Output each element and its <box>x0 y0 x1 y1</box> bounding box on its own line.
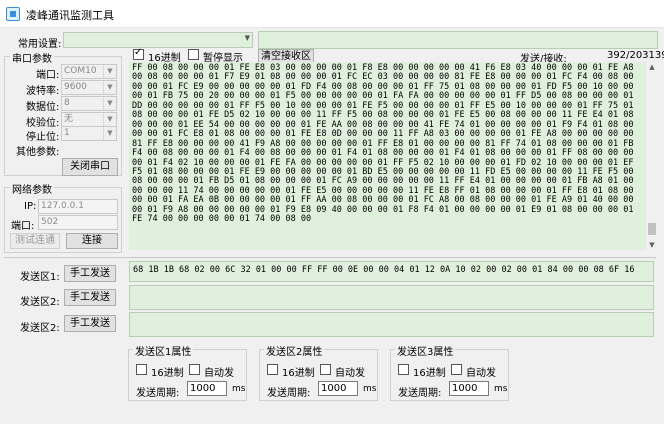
pause-display-checkbox[interactable] <box>188 49 199 60</box>
baud-value: 9600 <box>64 82 87 92</box>
databits-label: 数据位: <box>26 102 60 113</box>
stopbits-label: 停止位: <box>26 132 60 143</box>
common-settings-label: 常用设置: <box>18 39 62 50</box>
net-port-label: 端口: <box>11 221 35 232</box>
send2-hex-label: 16进制 <box>282 368 315 379</box>
send2-area[interactable] <box>129 285 654 310</box>
ip-value: 127.0.0.1 <box>41 201 84 211</box>
receive-scrollbar[interactable]: ▲ ▼ <box>646 62 658 250</box>
receive-hex-checkbox[interactable] <box>133 47 144 60</box>
send1-hex-checkbox[interactable] <box>136 364 147 375</box>
send2-props-title: 发送区2属性 <box>264 343 325 358</box>
send3-period-unit: ms <box>494 384 508 394</box>
send3-period-label: 发送周期: <box>398 388 442 399</box>
connect-button[interactable]: 连接 <box>66 233 118 249</box>
top-right-input[interactable] <box>258 31 658 49</box>
common-settings-combo[interactable]: ▼ <box>63 32 253 48</box>
send3-period-input[interactable]: 1000 <box>449 381 489 396</box>
chevron-down-icon: ▼ <box>103 65 116 78</box>
ip-input[interactable]: 127.0.0.1 <box>38 199 118 214</box>
scroll-down-icon[interactable]: ▼ <box>646 240 658 250</box>
send3-button[interactable]: 手工发送 <box>64 315 116 332</box>
send2-period-input[interactable]: 1000 <box>318 381 358 396</box>
scroll-thumb[interactable] <box>648 223 656 236</box>
send2-auto-label: 自动发 <box>335 368 365 379</box>
baud-combo[interactable]: 9600 ▼ <box>61 80 117 95</box>
send3-hex-checkbox[interactable] <box>398 364 409 375</box>
send1-label: 发送区1: <box>20 272 60 283</box>
net-port-input[interactable]: 502 <box>38 215 118 230</box>
databits-combo[interactable]: 8 ▼ <box>61 96 117 111</box>
app-icon <box>6 7 20 21</box>
send-receive-count: 392/203139 <box>607 50 664 61</box>
chevron-down-icon: ▼ <box>103 97 116 110</box>
send1-auto-label: 自动发 <box>204 368 234 379</box>
send1-hex-label: 16进制 <box>151 368 184 379</box>
send1-area[interactable]: 68 1B 1B 68 02 00 6C 32 01 00 00 FF FF 0… <box>129 261 654 282</box>
send3-auto-label: 自动发 <box>466 368 496 379</box>
chevron-down-icon: ▼ <box>103 81 116 94</box>
databits-value: 8 <box>64 98 70 108</box>
ip-label: IP: <box>24 201 37 212</box>
send1-period-input[interactable]: 1000 <box>187 381 227 396</box>
send2-period-unit: ms <box>363 384 377 394</box>
chevron-down-icon: ▼ <box>103 113 116 126</box>
network-group-title: 网络参数 <box>10 181 54 196</box>
receive-area[interactable]: FF 00 08 00 00 00 01 FE E8 03 00 00 00 0… <box>129 62 646 250</box>
window-title: 凌峰通讯监测工具 <box>26 9 114 22</box>
divider <box>4 257 656 258</box>
send1-auto-checkbox[interactable] <box>189 364 200 375</box>
net-port-value: 502 <box>41 217 59 227</box>
send3-auto-checkbox[interactable] <box>451 364 462 375</box>
stopbits-value: 1 <box>64 128 70 138</box>
send3-props-title: 发送区3属性 <box>395 343 456 358</box>
close-port-button[interactable]: 关闭串口 <box>62 158 118 176</box>
send1-button[interactable]: 手工发送 <box>64 265 116 282</box>
send2-button[interactable]: 手工发送 <box>64 289 116 306</box>
parity-label: 校验位: <box>26 118 60 129</box>
send1-period-label: 发送周期: <box>136 388 180 399</box>
serial-group-title: 串口参数 <box>10 50 54 65</box>
send1-props-title: 发送区1属性 <box>133 343 194 358</box>
chevron-down-icon: ▼ <box>103 127 116 140</box>
other-params-label: 其他参数: <box>16 147 60 158</box>
send2-hex-checkbox[interactable] <box>267 364 278 375</box>
scroll-up-icon[interactable]: ▲ <box>646 62 658 72</box>
baud-label: 波特率: <box>26 86 60 97</box>
parity-combo[interactable]: 无 ▼ <box>61 112 117 127</box>
chevron-down-icon: ▼ <box>244 34 250 42</box>
send2-label: 发送区2: <box>20 297 60 308</box>
send1-period-unit: ms <box>232 384 246 394</box>
port-combo[interactable]: COM10 ▼ <box>61 64 117 79</box>
send3-area[interactable] <box>129 312 654 337</box>
send3-label: 发送区2: <box>20 323 60 334</box>
port-value: COM10 <box>64 66 97 76</box>
parity-value: 无 <box>64 114 74 124</box>
stopbits-combo[interactable]: 1 ▼ <box>61 126 117 141</box>
title-bar: 凌峰通讯监测工具 <box>0 0 664 28</box>
send3-hex-label: 16进制 <box>413 368 446 379</box>
send2-period-label: 发送周期: <box>267 388 311 399</box>
port-label: 端口: <box>36 70 60 81</box>
test-connect-button[interactable]: 测试连通 <box>10 233 60 249</box>
send2-auto-checkbox[interactable] <box>320 364 331 375</box>
